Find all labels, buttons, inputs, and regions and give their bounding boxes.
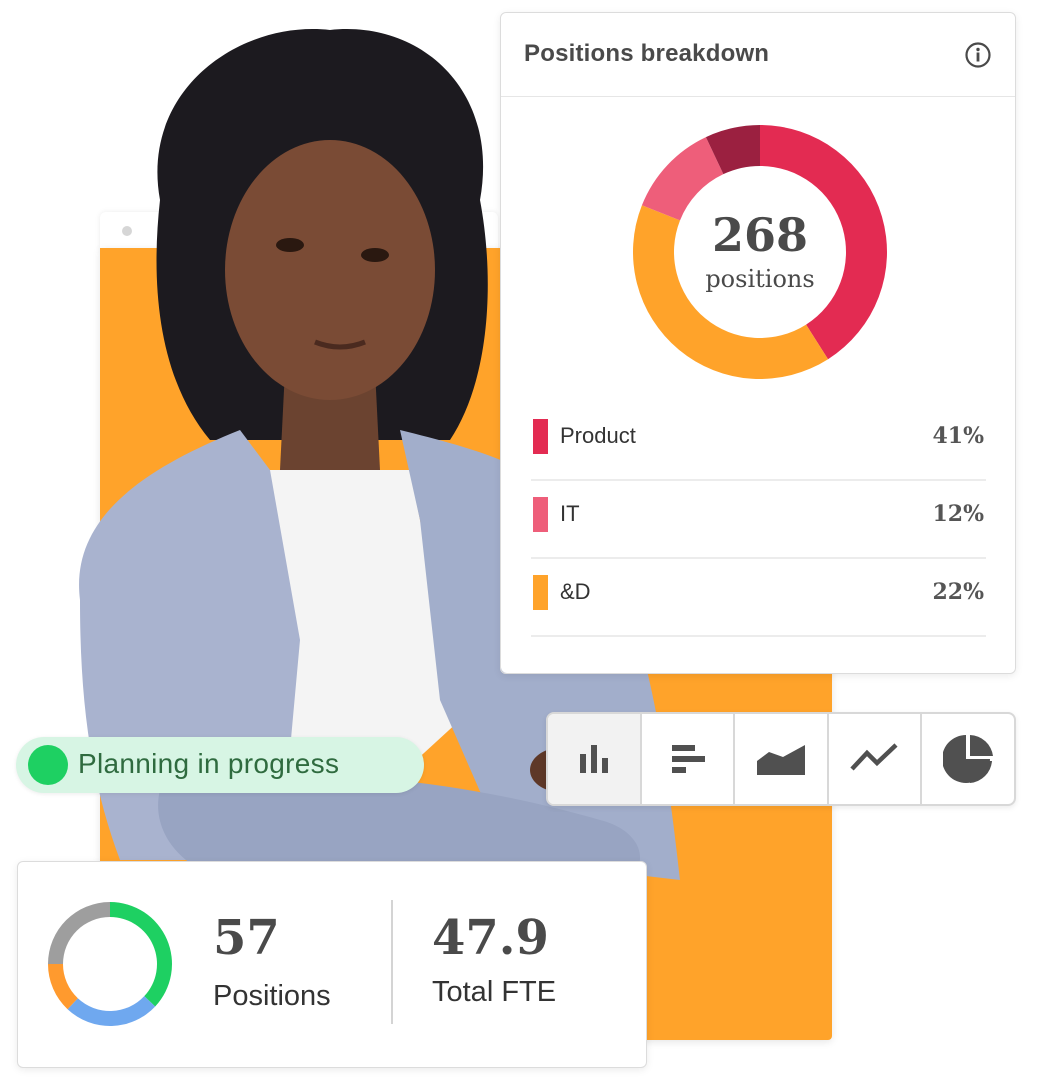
- legend-row[interactable]: Product 41%: [531, 403, 986, 481]
- positions-label: Positions: [213, 980, 331, 1012]
- bar-chart-icon: [579, 745, 608, 773]
- donut-slice-2[interactable]: [48, 964, 78, 1010]
- card-title: Positions breakdown: [524, 40, 770, 67]
- line-chart-icon: [849, 743, 898, 771]
- positions-count: 57: [213, 910, 280, 966]
- legend-label: Product: [560, 423, 636, 448]
- legend-label: IT: [560, 501, 580, 526]
- donut-slice-0[interactable]: [110, 902, 172, 1007]
- legend-label: &D: [560, 579, 591, 604]
- area-chart-icon: [756, 745, 805, 775]
- info-circle-icon[interactable]: [964, 41, 992, 69]
- legend-swatch: [533, 419, 548, 454]
- pie-chart-icon: [943, 735, 994, 783]
- horizontal-bar-chart-button[interactable]: [642, 714, 736, 804]
- planning-status-badge: Planning in progress: [16, 737, 424, 793]
- eye-right: [361, 248, 389, 262]
- positions-summary-card: 57 Positions 47.9 Total FTE: [17, 861, 647, 1068]
- total-positions-value: 268: [711, 208, 809, 262]
- chart-type-toolbar: [546, 712, 1016, 806]
- total-fte-value: 47.9: [432, 910, 549, 966]
- legend-swatch: [533, 497, 548, 532]
- divider: [391, 900, 393, 1024]
- donut-slice-3[interactable]: [48, 902, 110, 964]
- status-text: Planning in progress: [78, 748, 340, 779]
- legend-row[interactable]: &D 22%: [531, 559, 986, 637]
- pie-chart-button[interactable]: [922, 714, 1014, 804]
- legend-row[interactable]: IT 12%: [531, 481, 986, 559]
- eye-left: [276, 238, 304, 252]
- total-fte-label: Total FTE: [432, 976, 557, 1008]
- bar-chart-button[interactable]: [548, 714, 642, 804]
- donut-slice-1[interactable]: [67, 996, 156, 1026]
- mini-donut-chart: [48, 902, 172, 1026]
- status-dot-icon: [28, 745, 68, 785]
- legend-value: 41%: [932, 423, 984, 449]
- legend-value: 12%: [932, 501, 984, 527]
- card-header: Positions breakdown: [501, 13, 1015, 97]
- total-positions-label: positions: [705, 265, 815, 293]
- legend: Product 41% IT 12% &D 22%: [531, 403, 986, 637]
- area-chart-button[interactable]: [735, 714, 829, 804]
- positions-donut-chart: 268 positions: [631, 123, 889, 381]
- legend-swatch: [533, 575, 548, 610]
- horizontal-bar-chart-icon: [672, 745, 706, 773]
- positions-breakdown-card: Positions breakdown 268 positions Produc…: [500, 12, 1016, 674]
- legend-value: 22%: [932, 579, 984, 605]
- line-chart-button[interactable]: [829, 714, 923, 804]
- face: [225, 140, 435, 400]
